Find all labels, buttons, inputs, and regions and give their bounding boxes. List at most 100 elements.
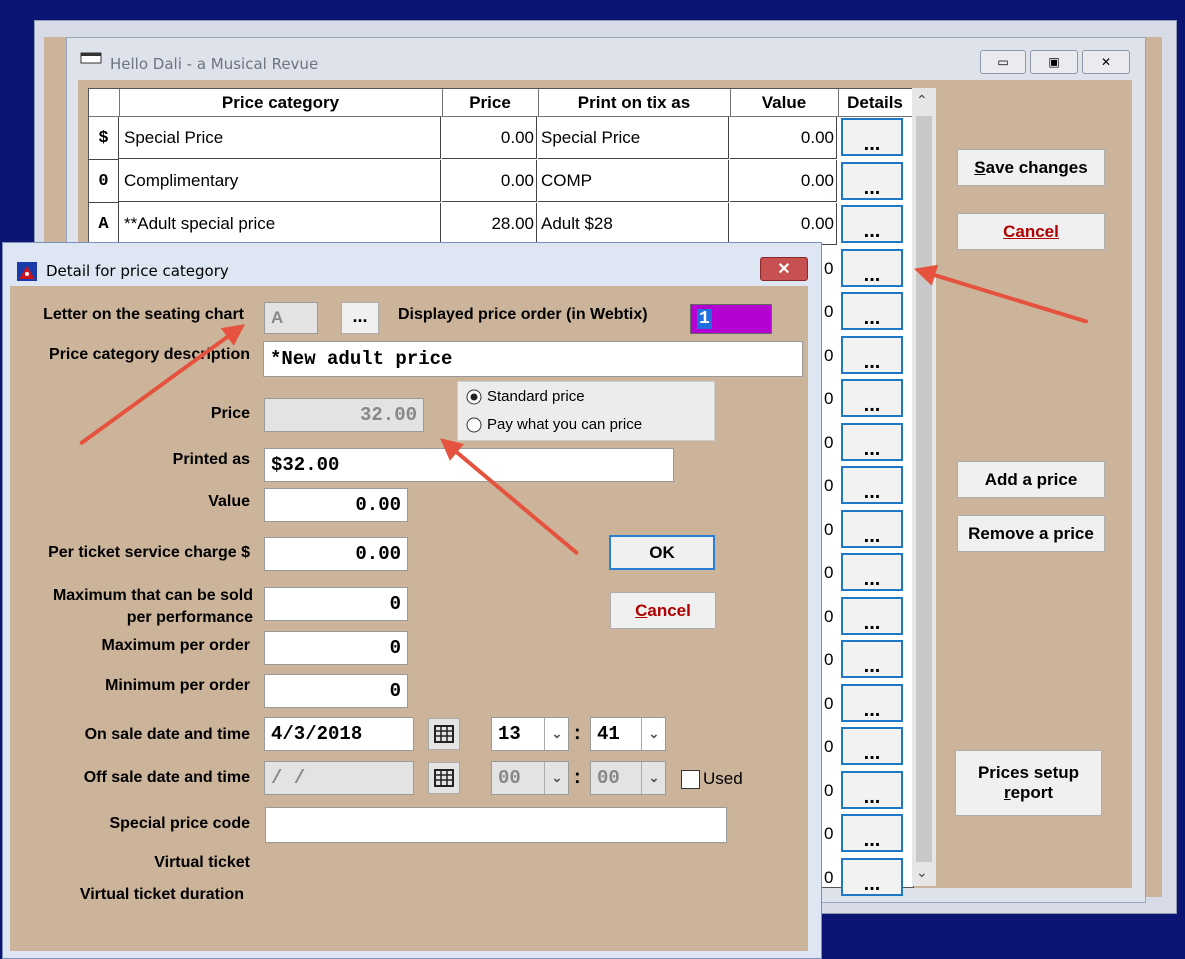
add-price-button[interactable]: Add a price bbox=[957, 461, 1105, 498]
details-button[interactable]: ... bbox=[841, 335, 903, 374]
row-category[interactable]: **Adult special price bbox=[119, 203, 441, 245]
scrollbar-thumb[interactable] bbox=[916, 116, 932, 862]
maximize-button[interactable]: ▣ bbox=[1030, 50, 1078, 74]
window-menu-icon[interactable] bbox=[80, 50, 102, 66]
chevron-down-icon[interactable]: ⌄ bbox=[544, 762, 569, 794]
row-value-partial: 0 bbox=[824, 389, 834, 408]
details-button[interactable]: ... bbox=[841, 857, 903, 896]
min-per-order-input[interactable]: 0 bbox=[264, 674, 408, 708]
row-letter[interactable]: A bbox=[89, 203, 119, 246]
virtual-ticket-label: Virtual ticket bbox=[154, 854, 250, 871]
grid-scrollbar[interactable]: ⌃ ⌄ bbox=[912, 88, 936, 886]
row-value-partial: 0 bbox=[824, 476, 834, 495]
grid-header-print[interactable]: Print on tix as bbox=[538, 89, 731, 117]
dialog-cancel-button[interactable]: Cancel bbox=[610, 592, 716, 629]
details-button[interactable]: ... bbox=[841, 292, 903, 330]
main-cancel-button[interactable]: Cancel bbox=[957, 213, 1105, 250]
details-button[interactable]: ... bbox=[841, 770, 903, 809]
grid-header-details[interactable]: Details bbox=[838, 89, 912, 117]
ok-button[interactable]: OK bbox=[609, 535, 715, 570]
letter-field[interactable]: A bbox=[264, 302, 318, 334]
row-category[interactable]: Special Price bbox=[119, 117, 441, 159]
details-button[interactable]: ... bbox=[841, 248, 903, 287]
on-sale-date-input[interactable]: 4/3/2018 bbox=[264, 717, 414, 751]
price-field[interactable]: 32.00 bbox=[264, 398, 424, 432]
row-category[interactable]: Complimentary bbox=[119, 160, 441, 202]
row-value-partial: 0 bbox=[824, 693, 834, 713]
grid-header-price[interactable]: Price bbox=[442, 89, 539, 117]
row-value[interactable]: 0.00 bbox=[730, 203, 837, 245]
value-label: Value bbox=[208, 493, 250, 510]
row-value[interactable]: 0.00 bbox=[730, 160, 837, 202]
row-print[interactable]: Special Price bbox=[538, 117, 729, 159]
off-sale-calendar-button[interactable] bbox=[428, 762, 460, 794]
details-button[interactable]: ... bbox=[841, 640, 903, 678]
save-changes-button[interactable]: Save changes bbox=[957, 149, 1105, 186]
off-sale-minute-select[interactable]: 00 ⌄ bbox=[590, 761, 666, 795]
chevron-down-icon[interactable]: ⌄ bbox=[641, 762, 666, 794]
radio-selected-icon bbox=[466, 389, 482, 404]
value-input[interactable]: 0.00 bbox=[264, 488, 408, 522]
minimize-button[interactable]: ▭ bbox=[980, 50, 1026, 74]
off-sale-hour-select[interactable]: 00 ⌄ bbox=[491, 761, 569, 795]
cancel-accelerator: C bbox=[1003, 221, 1016, 241]
details-button[interactable]: ... bbox=[841, 553, 903, 591]
on-sale-hour-select[interactable]: 13 ⌄ bbox=[491, 717, 569, 751]
used-label: Used bbox=[703, 769, 743, 788]
report-accelerator: r bbox=[1003, 783, 1011, 802]
details-button[interactable]: ... bbox=[841, 118, 903, 156]
row-value[interactable]: 0.00 bbox=[730, 117, 837, 159]
service-charge-input[interactable]: 0.00 bbox=[264, 537, 408, 571]
chevron-down-icon[interactable]: ⌄ bbox=[544, 718, 569, 750]
save-accelerator: S bbox=[974, 157, 986, 177]
remove-price-button[interactable]: Remove a price bbox=[957, 515, 1105, 552]
report-line1: Prices setup bbox=[977, 763, 1080, 782]
details-button[interactable]: ... bbox=[841, 596, 903, 635]
max-per-performance-input[interactable]: 0 bbox=[264, 587, 408, 621]
close-window-button[interactable]: ✕ bbox=[1082, 50, 1130, 74]
max-per-order-input[interactable]: 0 bbox=[264, 631, 408, 665]
dialog-logo-icon bbox=[16, 260, 38, 282]
row-letter[interactable]: $ bbox=[89, 117, 119, 160]
description-input[interactable]: *New adult price bbox=[263, 341, 803, 377]
details-button[interactable]: ... bbox=[841, 379, 903, 417]
max-per-order-label: Maximum per order bbox=[101, 637, 250, 654]
row-value-partial: 0 bbox=[824, 606, 834, 626]
off-sale-date-input[interactable]: / / bbox=[264, 761, 414, 795]
row-letter[interactable]: 0 bbox=[89, 160, 119, 203]
row-print[interactable]: Adult $28 bbox=[538, 203, 729, 245]
letter-browse-button[interactable]: ... bbox=[341, 302, 379, 334]
order-field[interactable]: 1 bbox=[690, 304, 772, 334]
cancel-label: ancel bbox=[1015, 221, 1059, 241]
pay-what-you-can-radio[interactable]: Pay what you can price bbox=[466, 416, 642, 433]
row-price[interactable]: 28.00 bbox=[442, 203, 537, 245]
row-print[interactable]: COMP bbox=[538, 160, 729, 202]
on-sale-minute-select[interactable]: 41 ⌄ bbox=[590, 717, 666, 751]
details-button[interactable]: ... bbox=[841, 466, 903, 504]
details-button[interactable]: ... bbox=[841, 683, 903, 722]
details-button[interactable]: ... bbox=[841, 161, 903, 200]
scroll-down-icon[interactable]: ⌄ bbox=[916, 864, 928, 881]
row-price[interactable]: 0.00 bbox=[442, 160, 537, 202]
chevron-down-icon[interactable]: ⌄ bbox=[641, 718, 666, 750]
on-sale-calendar-button[interactable] bbox=[428, 718, 460, 750]
max-perf-line1: Maximum that can be sold bbox=[52, 587, 253, 604]
on-sale-minute-value: 41 bbox=[597, 723, 620, 745]
used-checkbox[interactable]: Used bbox=[681, 769, 743, 789]
special-code-input[interactable] bbox=[265, 807, 727, 843]
grid-header-letter bbox=[89, 89, 120, 117]
details-button[interactable]: ... bbox=[841, 422, 903, 461]
details-button[interactable]: ... bbox=[841, 205, 903, 243]
details-button[interactable]: ... bbox=[841, 509, 903, 548]
details-button[interactable]: ... bbox=[841, 727, 903, 765]
prices-setup-report-button[interactable]: Prices setup report bbox=[955, 750, 1102, 816]
scroll-up-icon[interactable]: ⌃ bbox=[916, 92, 928, 109]
standard-price-radio[interactable]: Standard price bbox=[466, 388, 585, 405]
row-value-partial: 0 bbox=[824, 345, 834, 365]
dialog-close-button[interactable]: ✕ bbox=[760, 257, 808, 281]
grid-header-category[interactable]: Price category bbox=[119, 89, 443, 117]
row-price[interactable]: 0.00 bbox=[442, 117, 537, 159]
grid-header-value[interactable]: Value bbox=[730, 89, 839, 117]
order-label: Displayed price order (in Webtix) bbox=[398, 306, 648, 323]
details-button[interactable]: ... bbox=[841, 814, 903, 852]
